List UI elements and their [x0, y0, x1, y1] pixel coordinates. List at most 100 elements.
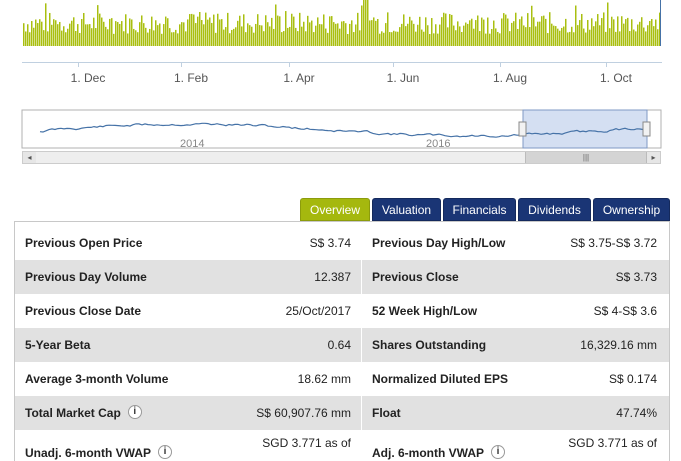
info-icon[interactable]: i	[127, 404, 142, 419]
info-icon[interactable]: i	[158, 444, 172, 459]
table-row: Previous Open Price S$ 3.74 Previous Day…	[15, 226, 669, 260]
average-3-month-volume-value: 18.62 mm	[297, 372, 351, 386]
volume-bar	[327, 32, 329, 46]
five-year-beta-value: 0.64	[327, 338, 351, 352]
volume-bar	[371, 20, 373, 46]
navigator-scrollbar[interactable]: ◂ ||| ▸	[22, 151, 661, 164]
tab-ownership[interactable]: Ownership	[593, 198, 670, 221]
volume-bar	[139, 22, 141, 46]
volume-bar	[187, 19, 189, 46]
volume-bar	[487, 17, 489, 46]
volume-bar	[609, 28, 611, 46]
volume-bar	[73, 17, 75, 46]
volume-bar	[29, 32, 31, 46]
volume-bar	[339, 28, 341, 46]
volume-bar	[645, 31, 647, 46]
volume-bar	[87, 24, 89, 46]
volume-bar	[65, 32, 67, 46]
volume-bar	[273, 28, 275, 46]
volume-bar	[351, 20, 353, 46]
volume-bar	[55, 20, 57, 46]
volume-bar	[465, 22, 467, 46]
volume-bar	[527, 13, 529, 47]
normalized-diluted-eps-value: S$ 0.174	[608, 372, 657, 386]
tab-valuation[interactable]: Valuation	[372, 198, 441, 221]
tab-dividends[interactable]: Dividends	[518, 198, 591, 221]
volume-bar	[549, 12, 551, 46]
volume-bar	[171, 32, 173, 46]
volume-bar	[539, 21, 541, 46]
volume-bar	[439, 24, 441, 46]
volume-bar	[353, 32, 355, 46]
volume-bar	[51, 24, 53, 46]
volume-bar	[347, 33, 349, 46]
volume-bar	[453, 25, 455, 46]
volume-bar	[85, 24, 87, 46]
info-icon[interactable]: i	[491, 444, 505, 459]
tab-overview[interactable]: Overview	[300, 198, 370, 221]
scroll-left-arrow-icon[interactable]: ◂	[23, 152, 36, 163]
navigator-left-handle[interactable]	[518, 121, 527, 137]
volume-bar	[179, 24, 181, 46]
volume-bar	[335, 23, 337, 46]
scrollbar-thumb[interactable]: |||	[525, 152, 647, 163]
volume-bar	[109, 18, 111, 46]
volume-bar	[613, 19, 615, 46]
volume-bar	[375, 20, 377, 46]
volume-bar	[433, 33, 435, 46]
scroll-right-arrow-icon[interactable]: ▸	[647, 152, 660, 163]
x-axis-tick	[500, 62, 501, 67]
volume-bar	[501, 18, 503, 46]
volume-bar	[217, 13, 219, 46]
volume-bar	[485, 33, 487, 46]
volume-bar	[161, 33, 163, 46]
volume-bar	[311, 20, 313, 46]
volume-bar	[567, 32, 569, 46]
volume-bar	[473, 28, 475, 46]
volume-bar	[219, 19, 221, 46]
navigator-year-label: 2014	[180, 138, 204, 150]
overview-table: Previous Open Price S$ 3.74 Previous Day…	[14, 221, 670, 461]
volume-bar	[649, 20, 651, 46]
float-label: Float	[372, 406, 401, 420]
volume-bar	[23, 23, 25, 46]
volume-bar	[455, 30, 457, 46]
volume-bar	[117, 22, 119, 46]
volume-bar	[449, 14, 451, 47]
volume-bar	[113, 33, 115, 46]
volume-bar	[563, 26, 565, 46]
volume-bar	[279, 16, 281, 46]
navigator-chart[interactable]: 2014 2016	[0, 108, 681, 151]
table-row: Total Market Cap i S$ 60,907.76 mm Float …	[15, 396, 669, 430]
volume-bar	[153, 30, 155, 46]
volume-bar	[513, 21, 515, 46]
volume-bar	[607, 2, 609, 46]
volume-bar	[535, 26, 537, 46]
volume-bar	[31, 21, 33, 46]
volume-bar	[605, 31, 607, 46]
tab-financials[interactable]: Financials	[443, 198, 516, 221]
volume-bar	[437, 33, 439, 46]
volume-bar	[103, 21, 105, 46]
volume-bar	[225, 27, 227, 46]
volume-bar	[181, 22, 183, 46]
volume-bar	[471, 18, 473, 46]
volume-bar	[331, 16, 333, 46]
navigator-year-label: 2016	[426, 138, 450, 150]
volume-bar	[627, 17, 629, 46]
volume-bar	[559, 30, 561, 46]
volume-bar	[293, 16, 295, 46]
volume-bar	[41, 21, 43, 46]
volume-bar	[95, 28, 97, 46]
average-3-month-volume-label: Average 3-month Volume	[25, 372, 169, 386]
52-week-high-low-label: 52 Week High/Low	[372, 304, 478, 318]
volume-bar-chart	[23, 0, 661, 47]
volume-bar	[255, 23, 257, 46]
volume-bar	[281, 32, 283, 46]
volume-bar	[175, 29, 177, 46]
volume-bar	[495, 28, 497, 46]
volume-bar	[507, 18, 509, 46]
volume-bar	[267, 22, 269, 46]
navigator-right-handle[interactable]	[642, 121, 651, 137]
volume-bar	[477, 15, 479, 46]
